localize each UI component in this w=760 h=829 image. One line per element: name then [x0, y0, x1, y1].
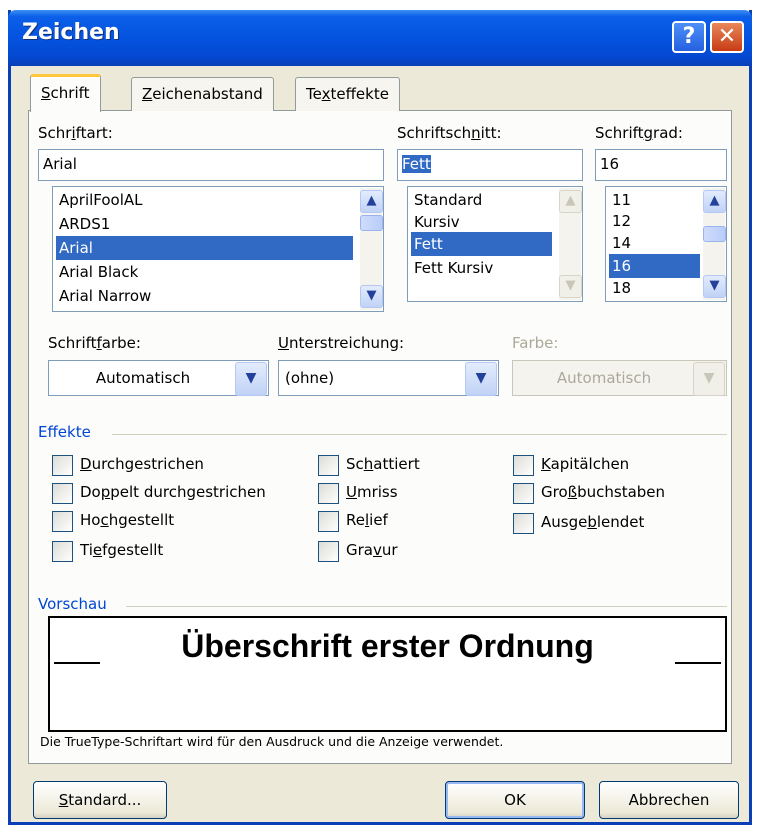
scroll-thumb[interactable] — [703, 226, 726, 242]
small-caps-checkbox[interactable] — [513, 455, 534, 476]
checkbox-label: Doppelt durchgestrichen — [80, 483, 266, 501]
list-item[interactable]: 18 — [609, 276, 631, 300]
size-label: Schriftgrad: — [595, 124, 683, 142]
preview-note: Die TrueType-Schriftart wird für den Aus… — [40, 734, 504, 749]
checkbox-label: Umriss — [346, 483, 398, 501]
ok-button[interactable]: OK — [445, 781, 585, 819]
close-button[interactable]: ✕ — [710, 21, 744, 53]
style-input[interactable]: Fett — [397, 149, 583, 181]
style-list[interactable]: Standard Kursiv Fett Fett Kursiv ▲ ▼ — [407, 186, 583, 302]
underline-color-select: Automatisch ▼ — [512, 360, 727, 396]
scroll-up-icon: ▲ — [559, 190, 582, 213]
font-color-label: Schriftfarbe: — [48, 334, 141, 352]
list-item[interactable]: Arial Black — [56, 260, 138, 284]
scroll-up-icon[interactable]: ▲ — [703, 190, 726, 213]
all-caps-checkbox[interactable] — [513, 483, 534, 504]
underline-color-label: Farbe: — [512, 334, 559, 352]
subscript-checkbox[interactable] — [52, 541, 73, 562]
chevron-down-icon[interactable]: ▼ — [235, 362, 267, 396]
style-list-scrollbar[interactable]: ▲ ▼ — [559, 188, 582, 300]
scroll-down-icon: ▼ — [559, 275, 582, 298]
outline-checkbox[interactable] — [318, 483, 339, 504]
emboss-checkbox[interactable] — [318, 511, 339, 532]
underline-select[interactable]: (ohne) ▼ — [278, 360, 499, 396]
checkbox-label: Tiefgestellt — [80, 541, 164, 559]
close-icon: ✕ — [717, 24, 737, 49]
dialog-title: Zeichen — [22, 20, 120, 45]
double-strikethrough-checkbox[interactable] — [52, 483, 73, 504]
preview-group-title: Vorschau — [38, 595, 107, 613]
chevron-down-icon: ▼ — [693, 362, 725, 396]
font-input[interactable]: Arial — [38, 149, 384, 181]
list-item[interactable]: Kursiv — [411, 210, 460, 234]
help-button[interactable]: ? — [672, 21, 706, 53]
engrave-checkbox[interactable] — [318, 541, 339, 562]
checkbox-label: Relief — [346, 511, 388, 529]
scroll-down-icon[interactable]: ▼ — [360, 285, 383, 308]
strikethrough-checkbox[interactable] — [52, 455, 73, 476]
checkbox-label: Gravur — [346, 541, 398, 559]
list-item[interactable]: Standard — [411, 188, 482, 212]
set-default-button[interactable]: Standard... — [33, 781, 167, 819]
font-color-select[interactable]: Automatisch ▼ — [48, 360, 269, 396]
list-item-selected[interactable]: Arial — [56, 236, 353, 260]
checkbox-label: Durchgestrichen — [80, 455, 204, 473]
checkbox-label: Hochgestellt — [80, 511, 175, 529]
chevron-down-icon[interactable]: ▼ — [465, 362, 497, 396]
list-item[interactable]: 12 — [609, 209, 631, 233]
list-item-selected[interactable]: Fett — [411, 232, 552, 256]
font-list[interactable]: AprilFoolAL ARDS1 Arial Arial Black Aria… — [52, 186, 384, 312]
cancel-button[interactable]: Abbrechen — [599, 781, 739, 819]
list-item-selected[interactable]: 16 — [609, 254, 700, 278]
tab-zeichenabstand[interactable]: Zeichenabstand — [131, 77, 274, 111]
divider — [112, 434, 727, 435]
list-item[interactable]: AprilFoolAL — [56, 188, 143, 212]
tab-schrift[interactable]: Schrift — [30, 74, 101, 112]
size-list-scrollbar[interactable]: ▲ ▼ — [703, 188, 726, 300]
checkbox-label: Ausgeblendet — [541, 513, 645, 531]
divider — [126, 606, 727, 607]
checkbox-label: Kapitälchen — [541, 455, 630, 473]
font-list-scrollbar[interactable]: ▲ ▼ — [360, 188, 383, 310]
preview-box: Überschrift erster Ordnung — [48, 616, 727, 732]
style-label: Schriftschnitt: — [397, 124, 502, 142]
size-input[interactable]: 16 — [595, 149, 727, 181]
checkbox-label: Großbuchstaben — [541, 483, 666, 501]
checkbox-label: Schattiert — [346, 455, 420, 473]
shadow-checkbox[interactable] — [318, 455, 339, 476]
tab-texteffekte[interactable]: Texteffekte — [295, 77, 400, 111]
font-label: Schriftart: — [38, 124, 113, 142]
effects-group-title: Effekte — [38, 423, 91, 441]
list-item[interactable]: Arial Narrow — [56, 284, 151, 308]
list-item[interactable]: ARDS1 — [56, 212, 110, 236]
hidden-checkbox[interactable] — [513, 513, 534, 534]
underline-label: Unterstreichung: — [278, 334, 405, 352]
scroll-thumb[interactable] — [360, 215, 383, 231]
list-item[interactable]: 14 — [609, 231, 631, 255]
list-item[interactable]: Fett Kursiv — [411, 256, 493, 280]
scroll-down-icon[interactable]: ▼ — [703, 275, 726, 298]
scroll-up-icon[interactable]: ▲ — [360, 190, 383, 213]
superscript-checkbox[interactable] — [52, 511, 73, 532]
preview-text: Überschrift erster Ordnung — [181, 628, 594, 664]
size-list[interactable]: 11 12 14 16 18 ▲ ▼ — [605, 186, 727, 302]
